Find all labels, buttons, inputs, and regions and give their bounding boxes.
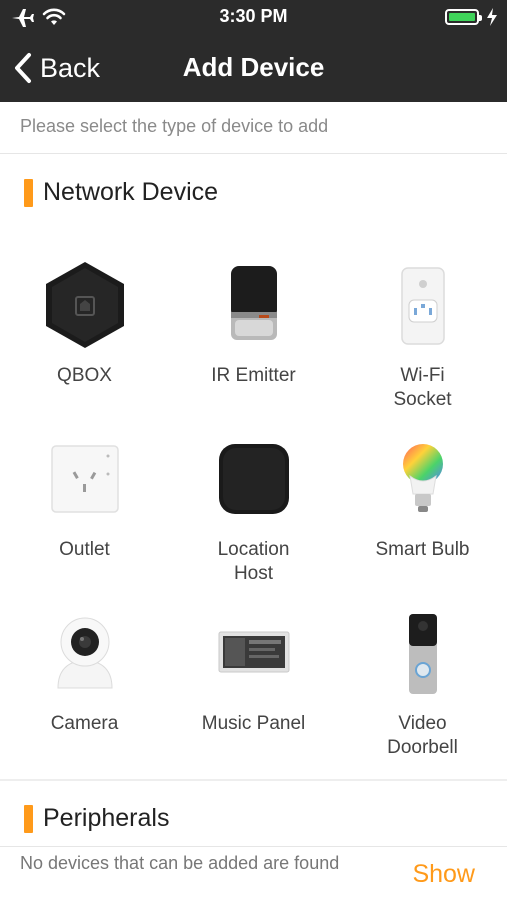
device-tile-camera[interactable]: Camera: [0, 608, 169, 736]
show-button[interactable]: Show: [412, 860, 475, 889]
device-tile-video-doorbell[interactable]: Video Doorbell: [338, 608, 507, 760]
section-network-device: Network Device: [24, 178, 218, 207]
camera-icon: [40, 608, 130, 698]
ir-emitter-icon: [209, 260, 299, 350]
section-accent-bar: [24, 804, 33, 833]
music-panel-icon: [209, 608, 299, 698]
section-title: Peripherals: [43, 804, 170, 832]
device-name: Video Doorbell: [387, 713, 458, 758]
peripherals-empty-row: No devices that can be added are found S…: [0, 846, 507, 901]
outlet-icon: [40, 434, 130, 524]
device-tile-outlet[interactable]: Outlet: [0, 434, 169, 562]
wifi-socket-icon: [378, 260, 468, 350]
top-bar: 3:30 PM Back Add Device: [0, 0, 507, 102]
device-name: IR Emitter: [211, 365, 296, 386]
device-tile-qbox[interactable]: QBOX: [0, 260, 169, 388]
device-tile-music-panel[interactable]: Music Panel: [169, 608, 338, 736]
device-tile-wifi-socket[interactable]: Wi-Fi Socket: [338, 260, 507, 412]
section-title: Network Device: [43, 178, 219, 206]
status-time: 3:30 PM: [219, 6, 288, 26]
section-peripherals: Peripherals: [24, 804, 169, 833]
device-name: QBOX: [57, 365, 112, 386]
charging-icon: [487, 8, 497, 26]
device-name: Smart Bulb: [375, 539, 470, 560]
qbox-icon: [40, 260, 130, 350]
section-accent-bar: [24, 178, 33, 207]
back-button[interactable]: Back: [12, 50, 100, 86]
battery-icon: [445, 9, 482, 25]
device-name: Location Host: [217, 539, 290, 584]
back-label: Back: [40, 52, 101, 83]
smart-bulb-icon: [378, 434, 468, 524]
device-name: Music Panel: [201, 713, 306, 734]
section-divider: [0, 779, 507, 781]
empty-message: No devices that can be added are found: [20, 853, 340, 873]
device-tile-smart-bulb[interactable]: Smart Bulb: [338, 434, 507, 562]
instruction-text: Please select the type of device to add: [0, 102, 507, 154]
device-tile-ir-emitter[interactable]: IR Emitter: [169, 260, 338, 388]
location-host-icon: [209, 434, 299, 524]
device-name: Outlet: [59, 539, 110, 560]
device-name: Wi-Fi Socket: [393, 365, 452, 410]
nav-bar: Back Add Device: [0, 36, 507, 102]
video-doorbell-icon: [378, 608, 468, 698]
device-name: Camera: [50, 713, 119, 734]
status-bar: 3:30 PM: [0, 0, 507, 36]
chevron-left-icon: [15, 53, 31, 83]
device-tile-location-host[interactable]: Location Host: [169, 434, 338, 586]
